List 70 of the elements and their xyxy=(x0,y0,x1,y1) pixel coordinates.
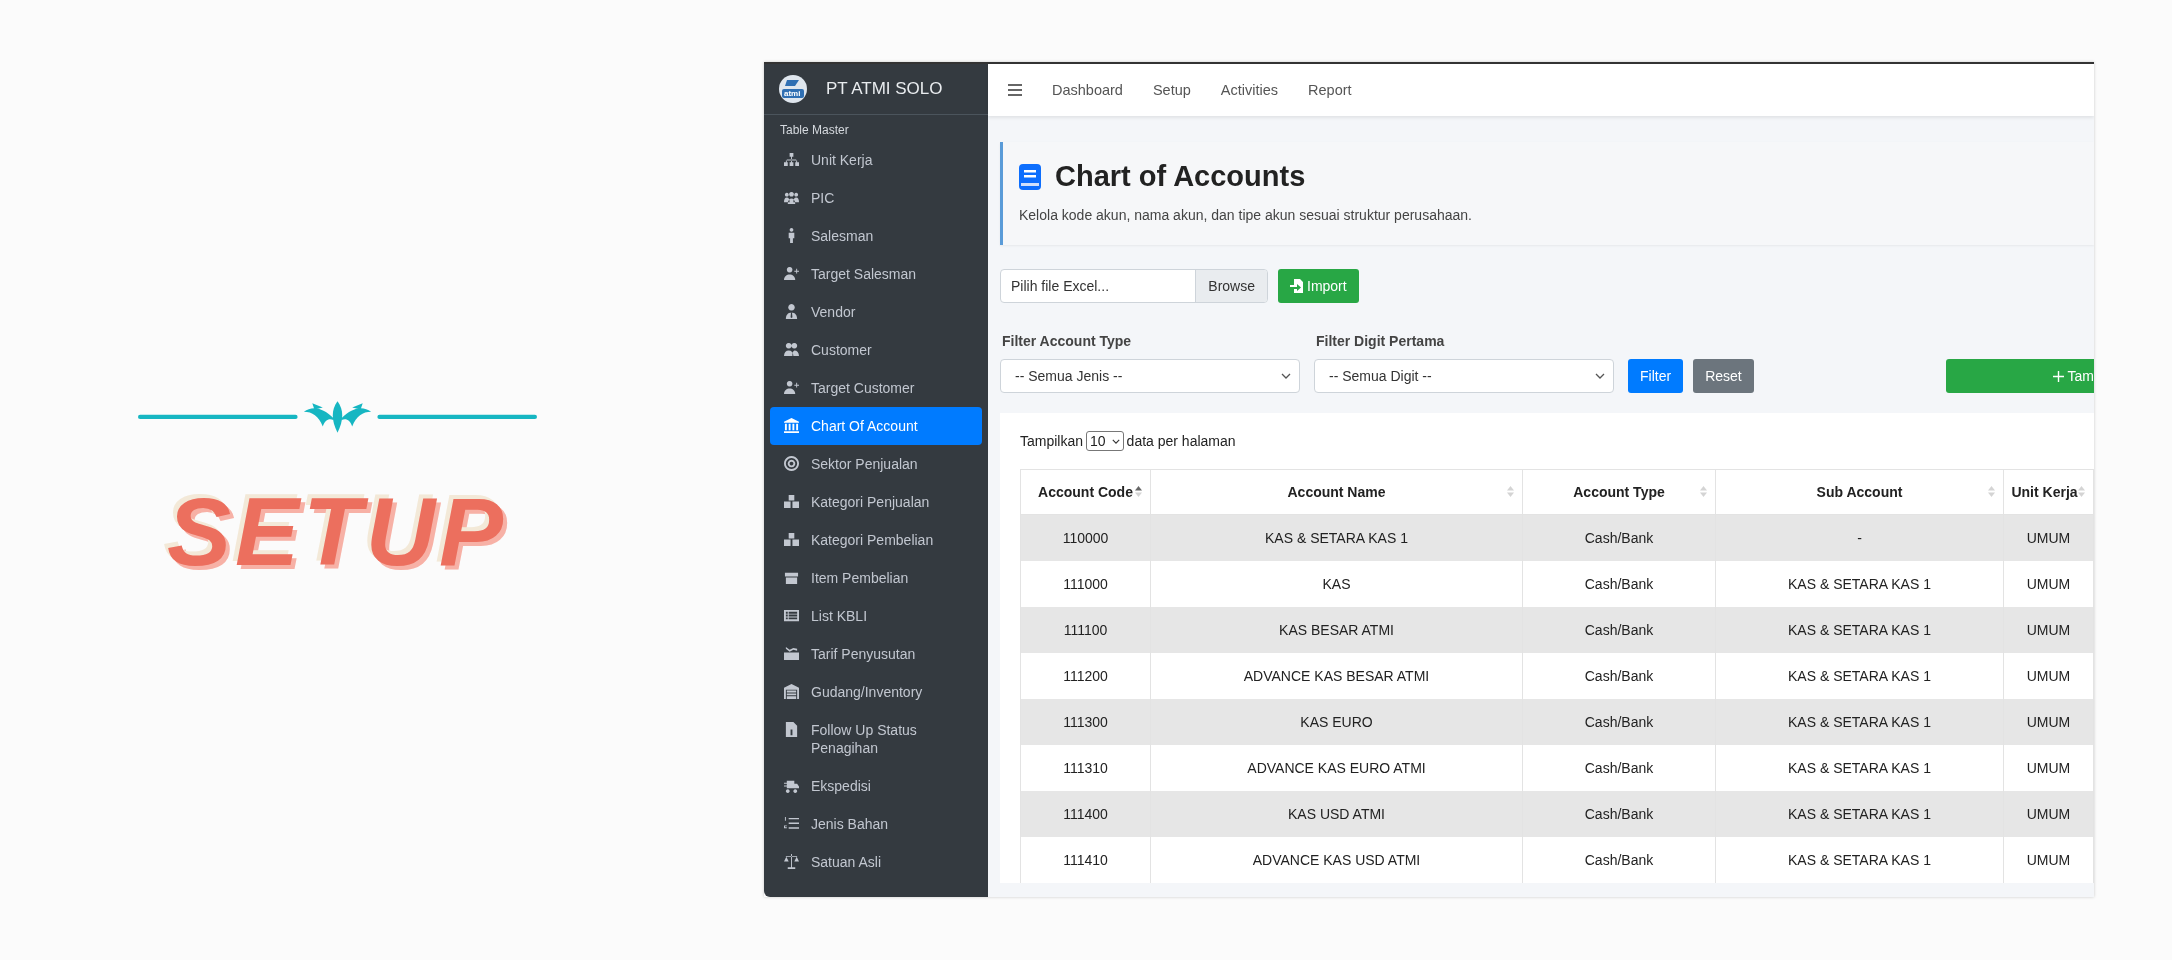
table-cell: ADVANCE KAS USD ATMI xyxy=(1150,837,1523,883)
sidebar-item[interactable]: Ekspedisi xyxy=(770,767,982,805)
column-header[interactable]: Account Type xyxy=(1522,469,1716,515)
brand-name: PT ATMI SOLO xyxy=(826,79,943,99)
sidebar-item[interactable]: Salesman xyxy=(770,217,982,255)
table-cell: 111400 xyxy=(1020,791,1151,837)
table-cell: KAS & SETARA KAS 1 xyxy=(1715,699,2004,745)
sidebar-item[interactable]: Chart Of Account xyxy=(770,407,982,445)
top-nav-link[interactable]: Activities xyxy=(1220,82,1279,98)
table-cell: KAS & SETARA KAS 1 xyxy=(1150,514,1523,561)
column-header[interactable]: Account Code xyxy=(1020,469,1151,515)
sidebar-item[interactable]: Kategori Penjualan xyxy=(770,483,982,521)
sidebar-item[interactable]: Kategori Pembelian xyxy=(770,521,982,559)
table-cell: UMUM xyxy=(2003,514,2094,561)
reset-button[interactable]: Reset xyxy=(1693,359,1754,393)
table-cell: 111410 xyxy=(1020,837,1151,883)
file-input-field[interactable]: Pilih file Excel... Browse xyxy=(1000,269,1268,303)
page-size-label: Tampilkan xyxy=(1020,433,1084,449)
column-header[interactable]: Sub Account xyxy=(1715,469,2004,515)
top-nav-link[interactable]: Setup xyxy=(1152,82,1191,98)
table-cell: Cash/Bank xyxy=(1522,514,1716,561)
table-cell: Cash/Bank xyxy=(1522,791,1716,837)
top-nav-link[interactable]: Dashboard xyxy=(1052,82,1123,98)
table-cell: 111300 xyxy=(1020,699,1151,745)
page-size-dropdown[interactable]: 10 xyxy=(1086,431,1124,451)
table-cell: 111100 xyxy=(1020,607,1151,653)
table-cell: Cash/Bank xyxy=(1522,699,1716,745)
logo-text: atmi xyxy=(784,90,801,98)
page-title: Chart of Accounts xyxy=(1055,160,1306,193)
page-subtitle: Kelola kode akun, nama akun, dan tipe akun sesuai struktur perusahaan. xyxy=(1019,207,1473,223)
page-size-label: data per halaman xyxy=(1126,433,1236,449)
table-cell: KAS EURO xyxy=(1150,699,1523,745)
sidebar-item[interactable]: PIC xyxy=(770,179,982,217)
table-cell: Cash/Bank xyxy=(1522,607,1716,653)
sidebar-item[interactable]: List KBLI xyxy=(770,597,982,635)
table-cell: UMUM xyxy=(2003,791,2094,837)
table-cell: KAS BESAR ATMI xyxy=(1150,607,1523,653)
column-header[interactable]: Account Name xyxy=(1150,469,1523,515)
filter-label: Filter Account Type xyxy=(1001,333,1133,349)
sidebar-item[interactable]: Target Customer xyxy=(770,369,982,407)
filter-button[interactable]: Filter xyxy=(1628,359,1684,393)
sidebar-item[interactable]: Target Salesman xyxy=(770,255,982,293)
table-cell: 110000 xyxy=(1020,514,1151,561)
table-cell: KAS & SETARA KAS 1 xyxy=(1715,607,2004,653)
sidebar-item[interactable]: Jenis Bahan xyxy=(770,805,982,843)
table-cell: UMUM xyxy=(2003,837,2094,883)
filter-dropdown[interactable]: -- Semua Digit -- xyxy=(1314,359,1614,393)
sidebar-item[interactable]: Vendor xyxy=(770,293,982,331)
top-nav-link[interactable]: Report xyxy=(1308,82,1352,98)
setup-title: SETUP xyxy=(166,477,508,587)
filter-label: Filter Digit Pertama xyxy=(1315,333,1446,349)
table-cell: KAS & SETARA KAS 1 xyxy=(1715,791,2004,837)
column-header[interactable]: Unit Kerja xyxy=(2003,469,2094,515)
sidebar-item[interactable]: Follow Up Status Penagihan xyxy=(770,711,982,767)
browse-button[interactable]: Browse xyxy=(1195,270,1267,302)
table-cell: UMUM xyxy=(2003,607,2094,653)
sidebar-item[interactable]: Gudang/Inventory xyxy=(770,673,982,711)
sidebar-item[interactable]: Satuan Asli xyxy=(770,843,982,881)
filter-dropdown[interactable]: -- Semua Jenis -- xyxy=(1000,359,1300,393)
table-cell: UMUM xyxy=(2003,699,2094,745)
table-cell: - xyxy=(1715,514,2004,561)
table-cell: KAS USD ATMI xyxy=(1150,791,1523,837)
table-cell: KAS & SETARA KAS 1 xyxy=(1715,837,2004,883)
sidebar-item[interactable]: Sektor Penjualan xyxy=(770,445,982,483)
sidebar-item[interactable]: Unit Kerja xyxy=(770,141,982,179)
sidebar-item[interactable]: Item Pembelian xyxy=(770,559,982,597)
sidebar-item[interactable]: Customer xyxy=(770,331,982,369)
sidebar-section-label: Table Master xyxy=(779,122,850,139)
sidebar-item[interactable]: Tarif Penyusutan xyxy=(770,635,982,673)
table-cell: Cash/Bank xyxy=(1522,837,1716,883)
